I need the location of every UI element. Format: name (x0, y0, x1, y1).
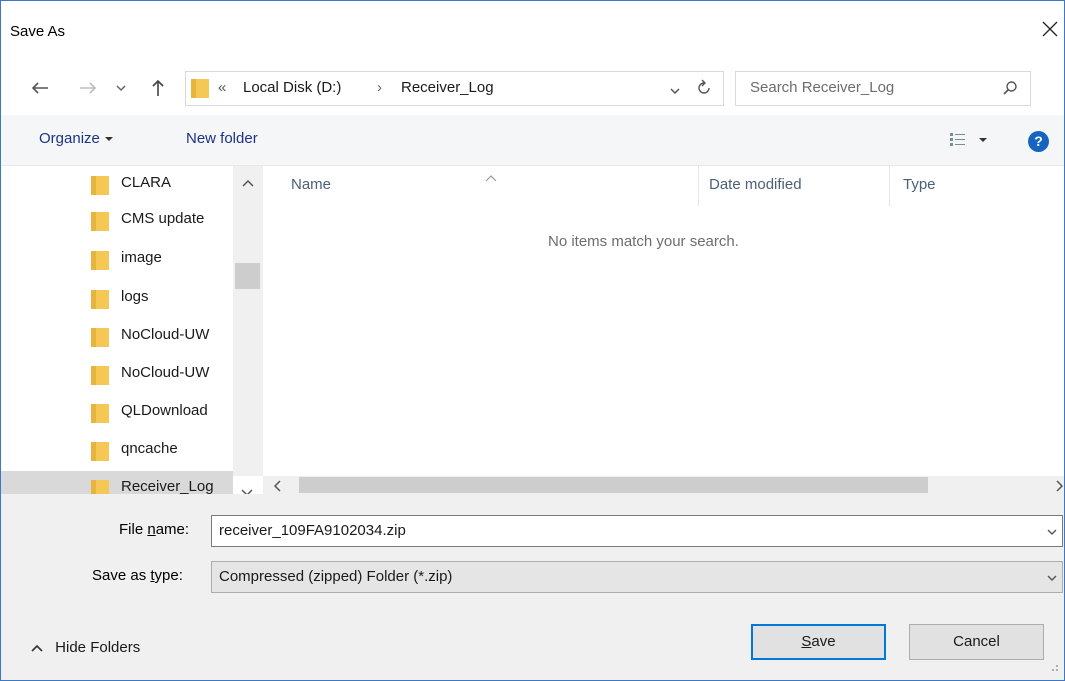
search-input[interactable]: Search Receiver_Log (750, 79, 894, 96)
scroll-up-arrow-icon[interactable] (242, 174, 254, 191)
folder-icon (90, 326, 110, 352)
folder-icon (90, 364, 110, 390)
tree-item-nocloud-2[interactable]: NoCloud-UW (81, 357, 233, 391)
tree-item-qldownload[interactable]: QLDownload (81, 395, 233, 429)
save-as-type-value: Compressed (zipped) Folder (*.zip) (219, 568, 453, 585)
tree-item-label: Receiver_Log (121, 478, 214, 495)
chevron-up-icon (31, 644, 43, 652)
breadcrumb-separator: › (377, 79, 382, 96)
tree-item-label: CLARA (121, 174, 172, 191)
save-options-panel: File name: receiver_109FA9102034.zip Sav… (1, 494, 1064, 680)
sort-indicator-icon (485, 169, 497, 186)
label-text: Save as (92, 567, 151, 584)
breadcrumb-overflow[interactable]: « (218, 79, 226, 96)
column-header-type[interactable]: Type (903, 176, 936, 193)
forward-arrow-icon[interactable] (75, 75, 101, 101)
breadcrumb-local-disk[interactable]: Local Disk (D:) (243, 79, 341, 96)
tree-item-label: QLDownload (121, 402, 208, 419)
up-arrow-icon[interactable] (145, 75, 171, 101)
tree-item-qncache[interactable]: qncache (81, 433, 233, 467)
file-name-field[interactable]: receiver_109FA9102034.zip (211, 515, 1063, 547)
tree-item-logs[interactable]: logs (81, 281, 233, 315)
hide-folders-label: Hide Folders (55, 639, 141, 656)
title-bar: Save As (1, 1, 1064, 65)
folder-icon (90, 249, 110, 275)
address-bar[interactable]: « Local Disk (D:) › Receiver_Log (185, 71, 724, 106)
refresh-icon[interactable] (696, 79, 712, 101)
scroll-thumb[interactable] (235, 263, 260, 289)
search-box[interactable]: Search Receiver_Log (735, 71, 1031, 106)
navigation-pane: CLARA CMS update image logs NoCloud-UW N… (1, 166, 263, 505)
new-folder-button[interactable]: New folder (186, 130, 258, 147)
tree-item-cms-update[interactable]: CMS update (81, 203, 233, 237)
file-list-horizontal-scrollbar[interactable] (263, 476, 1064, 494)
tree-item-clara[interactable]: CLARA (81, 167, 233, 201)
file-name-label: File name: (119, 521, 189, 538)
folder-icon (90, 174, 110, 200)
label-text: File (119, 521, 148, 538)
save-as-type-select[interactable]: Compressed (zipped) Folder (*.zip) (211, 561, 1063, 593)
search-icon[interactable] (1002, 80, 1018, 100)
save-button[interactable]: Save (751, 624, 886, 660)
command-bar: Organize New folder ? (1, 115, 1064, 166)
close-icon[interactable] (1038, 17, 1062, 41)
folder-icon (90, 210, 110, 236)
column-separator[interactable] (889, 166, 890, 206)
column-header-name[interactable]: Name (291, 176, 331, 193)
save-accelerator: S (801, 633, 812, 650)
empty-state-message: No items match your search. (548, 233, 739, 250)
folder-icon (90, 402, 110, 428)
scroll-thumb[interactable] (299, 477, 928, 493)
file-list: Name Date modified Type No items match y… (263, 166, 1064, 476)
organize-label: Organize (39, 130, 100, 147)
folder-icon (90, 288, 110, 314)
cancel-button[interactable]: Cancel (909, 624, 1044, 660)
tree-item-label: NoCloud-UW (121, 326, 210, 343)
tree-item-label: qncache (121, 440, 178, 457)
tree-item-nocloud-1[interactable]: NoCloud-UW (81, 319, 233, 353)
address-dropdown-chevron-icon[interactable] (669, 83, 681, 100)
save-as-type-label: Save as type: (92, 567, 183, 584)
tree-item-label: image (121, 249, 162, 266)
navigation-bar: « Local Disk (D:) › Receiver_Log Search … (1, 65, 1064, 115)
column-separator[interactable] (698, 166, 699, 206)
back-arrow-icon[interactable] (27, 75, 53, 101)
view-options-icon[interactable] (950, 132, 992, 152)
tree-item-image[interactable]: image (81, 242, 233, 276)
navigation-pane-scrollbar[interactable] (233, 166, 263, 476)
tree-item-label: CMS update (121, 210, 205, 227)
file-name-dropdown-chevron-icon[interactable] (1046, 524, 1058, 541)
tree-item-label: logs (121, 288, 149, 305)
save-as-dialog: Save As « Local Disk (D:) › Receiver_Log (0, 0, 1065, 681)
organize-button[interactable]: Organize (39, 130, 114, 147)
hide-folders-toggle[interactable]: Hide Folders (31, 639, 140, 656)
label-text: ame: (155, 521, 190, 538)
tree-item-label: NoCloud-UW (121, 364, 210, 381)
breadcrumb-receiver-log[interactable]: Receiver_Log (401, 79, 494, 96)
help-icon[interactable]: ? (1028, 131, 1049, 152)
caret-down-icon (105, 137, 114, 141)
save-as-type-chevron-icon[interactable] (1046, 570, 1058, 587)
window-title: Save As (10, 23, 66, 40)
resize-grip-icon[interactable] (1047, 659, 1059, 676)
label-accelerator: n (147, 521, 156, 538)
file-name-value[interactable]: receiver_109FA9102034.zip (219, 522, 406, 539)
column-header-date-modified[interactable]: Date modified (709, 176, 802, 193)
recent-locations-chevron-icon[interactable] (108, 75, 134, 101)
folder-icon (90, 440, 110, 466)
folder-icon (190, 77, 210, 103)
label-text: ype: (154, 567, 183, 584)
save-label: ave (811, 633, 836, 650)
